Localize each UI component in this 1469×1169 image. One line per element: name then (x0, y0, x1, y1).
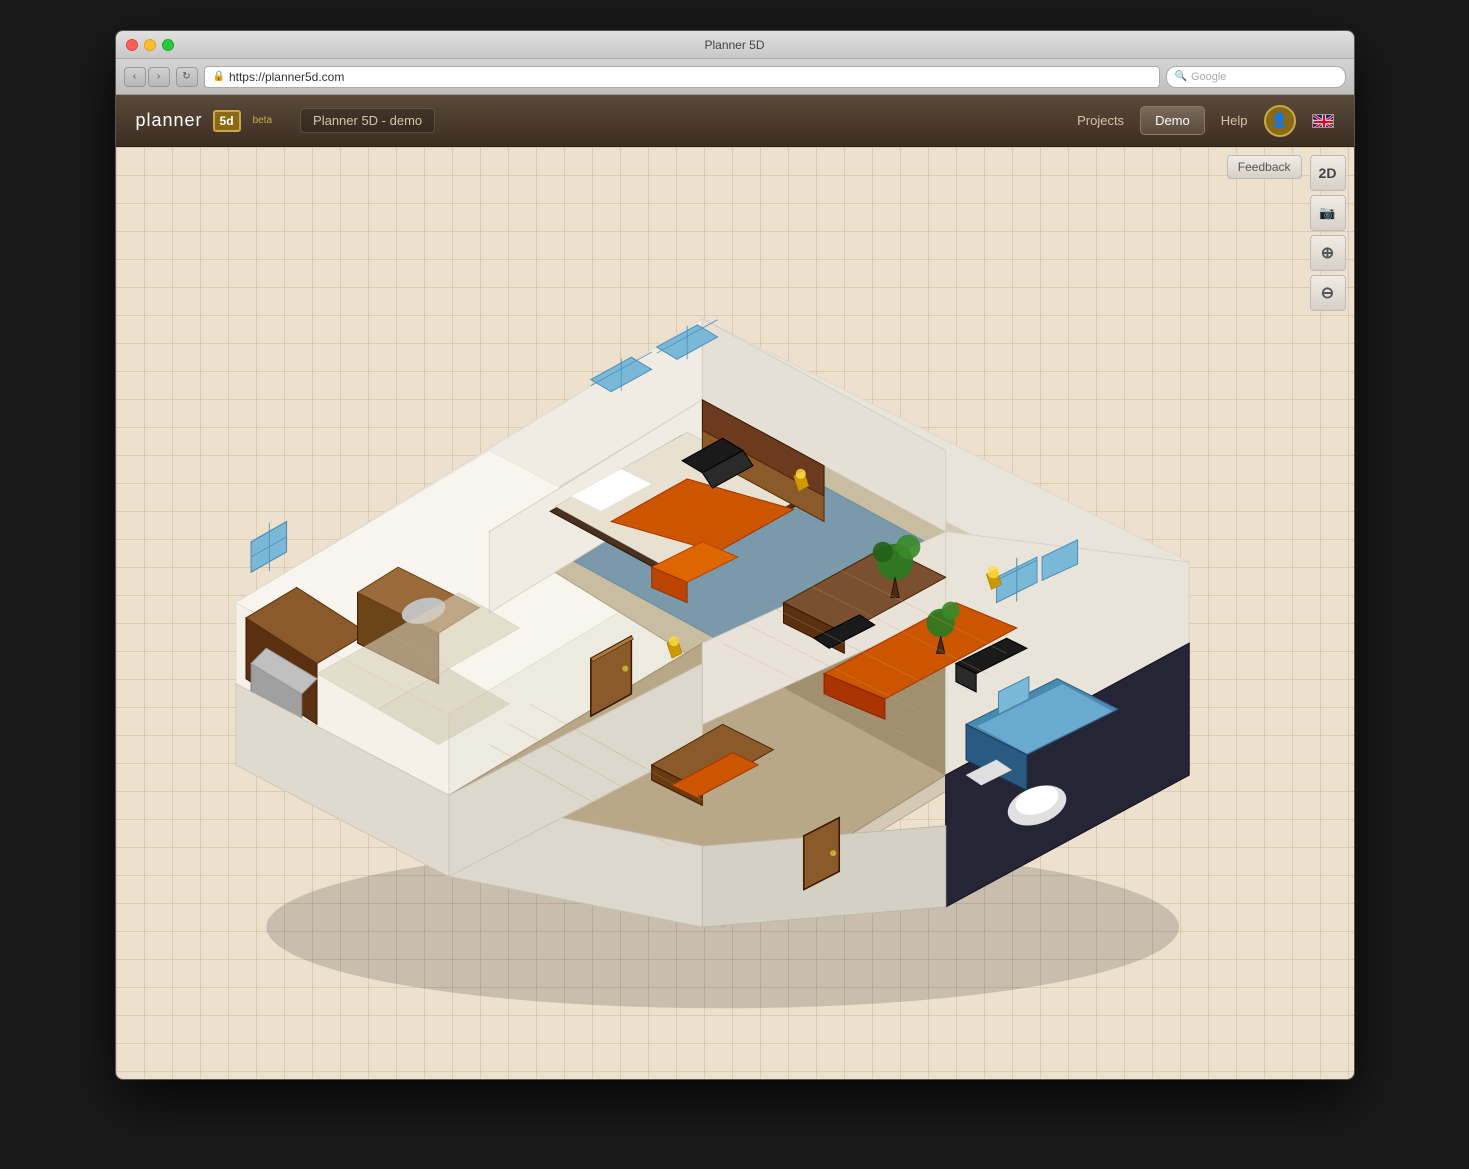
nav-buttons: ‹ › (124, 67, 170, 87)
logo-text: planner (136, 110, 203, 131)
zoom-out-icon: ⊖ (1321, 283, 1334, 303)
search-placeholder: Google (1191, 71, 1226, 83)
url-bar: ‹ › ↻ 🔒 https://planner5d.com 🔍 Google (116, 59, 1354, 95)
app-header: planner 5d beta Planner 5D - demo Projec… (116, 95, 1354, 147)
camera-icon: 📷 (1319, 205, 1335, 221)
view-2d-button[interactable]: 2D (1310, 155, 1346, 191)
ssl-icon: 🔒 (213, 71, 225, 82)
window-title: Planner 5D (704, 38, 764, 52)
mac-window: Planner 5D ‹ › ↻ 🔒 https://planner5d.com… (115, 30, 1355, 1080)
forward-button[interactable]: › (148, 67, 170, 87)
floorplan-svg (126, 197, 1299, 1059)
right-toolbar: 2D 📷 ⊕ ⊖ (1310, 155, 1346, 311)
help-link[interactable]: Help (1221, 113, 1248, 128)
search-icon: 🔍 (1175, 71, 1187, 82)
feedback-button[interactable]: Feedback (1227, 155, 1302, 179)
maximize-button[interactable] (162, 39, 174, 51)
projects-link[interactable]: Projects (1077, 113, 1124, 128)
zoom-in-button[interactable]: ⊕ (1310, 235, 1346, 271)
content-area: Feedback 2D 📷 ⊕ ⊖ (116, 147, 1354, 1079)
back-button[interactable]: ‹ (124, 67, 146, 87)
avatar[interactable]: 👤 (1264, 105, 1296, 137)
reload-button[interactable]: ↻ (176, 67, 198, 87)
url-field[interactable]: 🔒 https://planner5d.com (204, 66, 1160, 88)
traffic-lights (126, 39, 174, 51)
url-text: https://planner5d.com (229, 70, 344, 84)
screenshot-button[interactable]: 📷 (1310, 195, 1346, 231)
close-button[interactable] (126, 39, 138, 51)
project-name: Planner 5D - demo (300, 108, 435, 133)
search-field[interactable]: 🔍 Google (1166, 66, 1346, 88)
demo-link[interactable]: Demo (1140, 106, 1205, 135)
minimize-button[interactable] (144, 39, 156, 51)
beta-badge: beta (253, 115, 272, 126)
zoom-out-button[interactable]: ⊖ (1310, 275, 1346, 311)
logo-area: planner 5d beta Planner 5D - demo (136, 108, 436, 133)
header-nav: Projects Demo Help 👤 (1077, 105, 1333, 137)
title-bar: Planner 5D (116, 31, 1354, 59)
flag-icon[interactable] (1312, 114, 1334, 128)
floorplan-container[interactable] (126, 197, 1299, 1059)
logo-box: 5d (213, 110, 241, 132)
zoom-in-icon: ⊕ (1321, 243, 1334, 263)
